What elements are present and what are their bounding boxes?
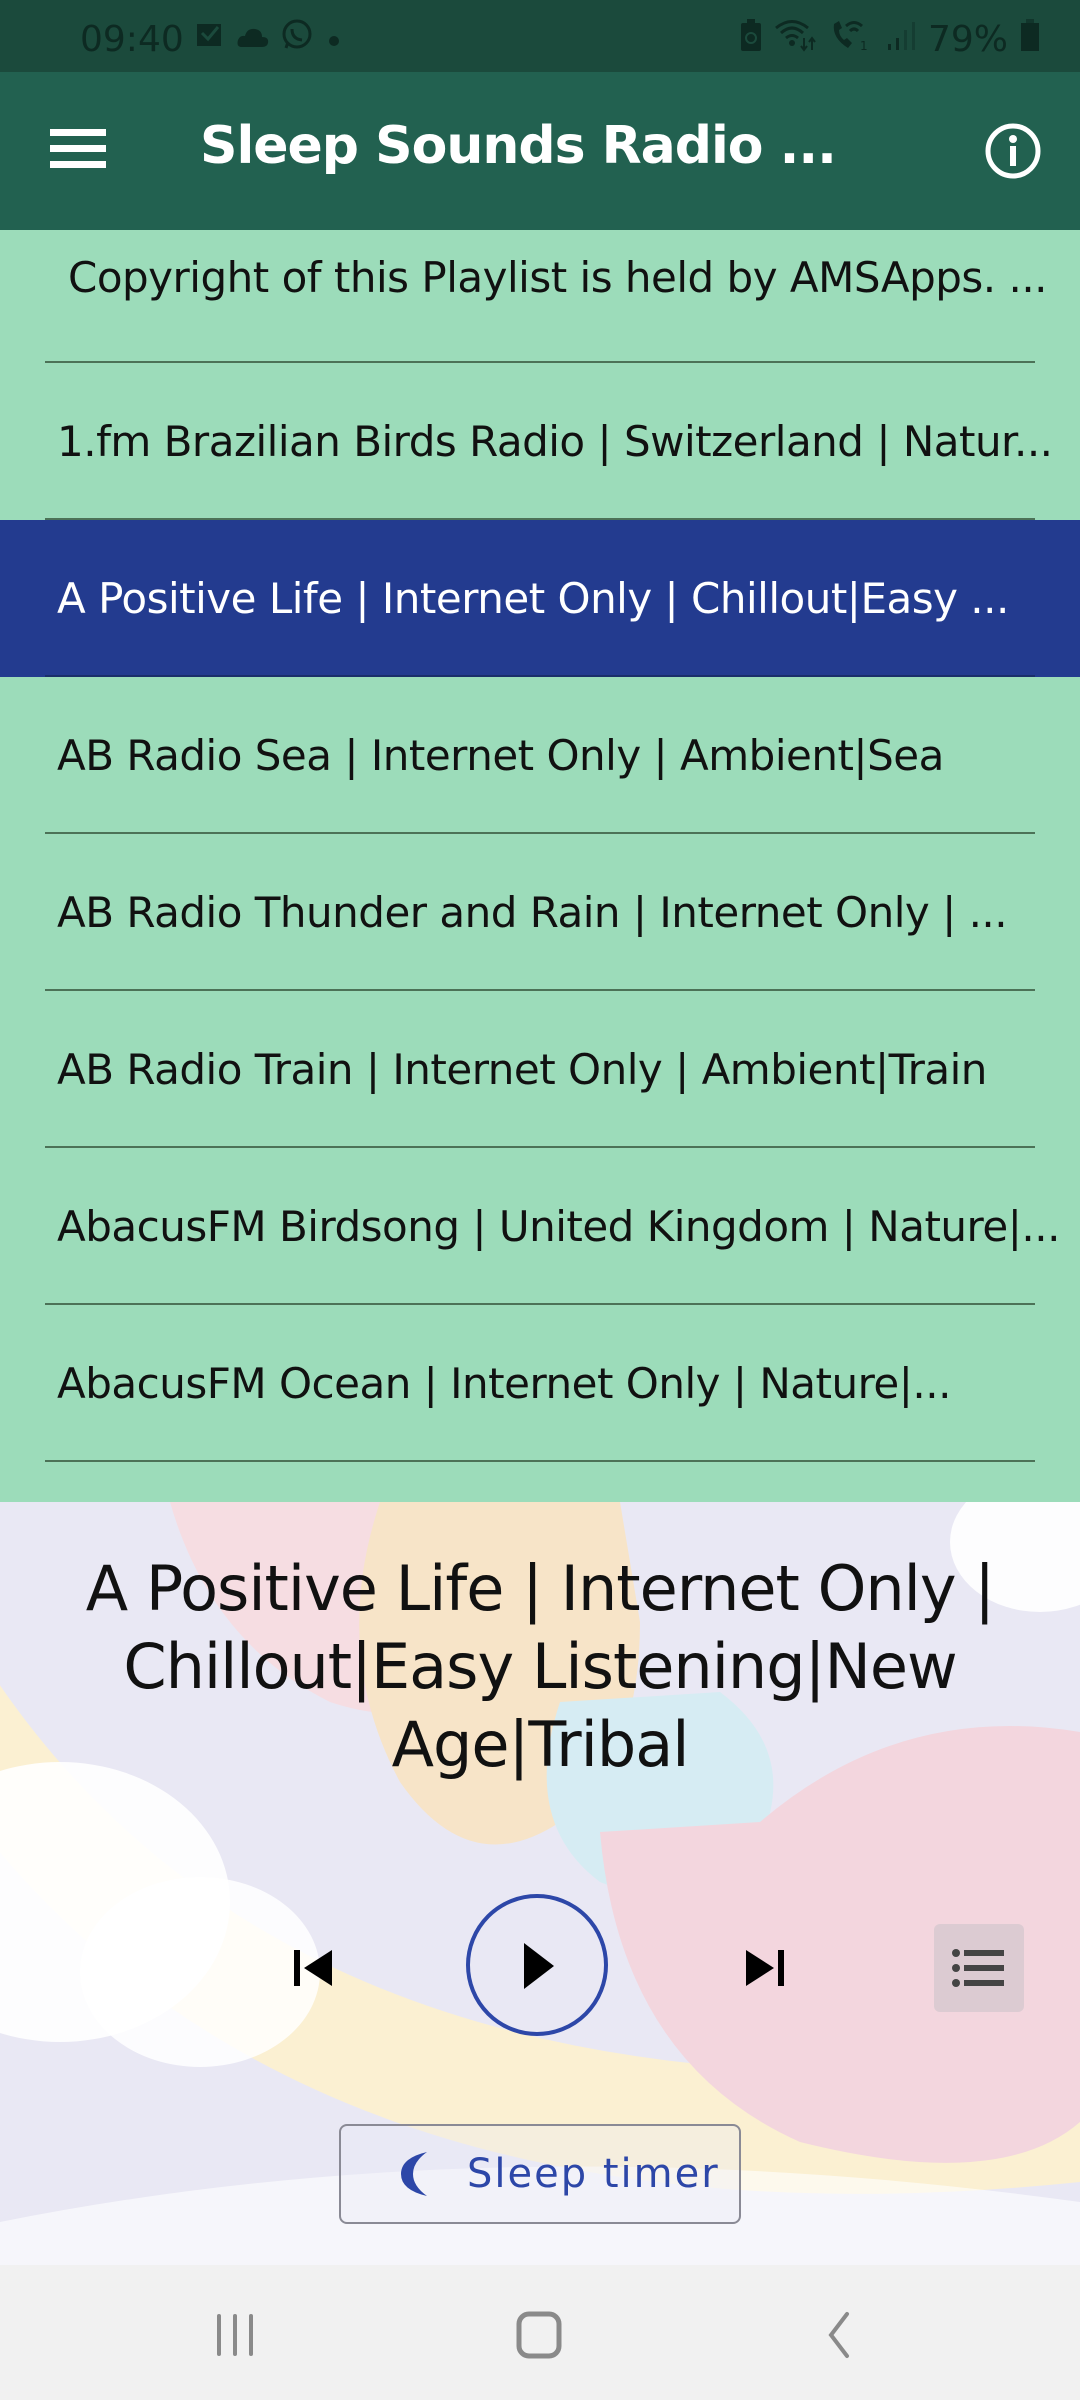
signal-icon	[886, 18, 916, 61]
battery-icon	[1020, 18, 1040, 61]
app-title: Sleep Sounds Radio ...	[200, 116, 837, 176]
play-button[interactable]	[466, 1894, 608, 2036]
whatsapp-icon	[280, 18, 314, 61]
list-item[interactable]: AB Radio Train | Internet Only | Ambient…	[0, 991, 1080, 1148]
moon-icon	[401, 2152, 427, 2196]
list-item-label: A Positive Life | Internet Only | Chillo…	[57, 574, 1009, 623]
sleep-timer-button[interactable]: Sleep timer	[339, 2124, 741, 2224]
battery-percent: 79%	[927, 19, 1008, 60]
list-item-selected[interactable]: A Positive Life | Internet Only | Chillo…	[0, 520, 1080, 677]
skip-previous-button[interactable]	[280, 1932, 350, 2002]
play-icon	[524, 1943, 554, 1989]
player-panel: A Positive Life | Internet Only | Chillo…	[0, 1502, 1080, 2265]
list-item[interactable]: AB Radio Thunder and Rain | Internet Onl…	[0, 834, 1080, 991]
list-item-label: AB Radio Thunder and Rain | Internet Onl…	[57, 888, 1008, 937]
status-bar: 09:40 1 79%	[0, 0, 1080, 72]
hamburger-menu-icon[interactable]	[50, 122, 106, 178]
recent-apps-button[interactable]	[190, 2305, 280, 2365]
home-icon	[516, 2311, 562, 2359]
home-button[interactable]	[494, 2305, 584, 2365]
status-time: 09:40	[80, 19, 184, 60]
email-icon	[194, 19, 226, 60]
app-bar: Sleep Sounds Radio ...	[0, 72, 1080, 230]
info-icon[interactable]	[984, 122, 1042, 180]
status-right: 1 79%	[740, 18, 1040, 61]
wifi-icon	[774, 18, 818, 61]
wifi-calling-icon: 1	[830, 18, 874, 61]
svg-text:1: 1	[860, 39, 868, 52]
back-button[interactable]	[794, 2305, 884, 2365]
skip-next-icon	[746, 1950, 784, 1986]
back-icon	[828, 2312, 849, 2358]
recent-apps-icon	[217, 2314, 253, 2356]
list-item[interactable]: AbacusFM Birdsong | United Kingdom | Nat…	[0, 1148, 1080, 1305]
list-item-label: 1.fm Brazilian Birds Radio | Switzerland…	[57, 417, 1053, 466]
list-item[interactable]: AB Radio Sea | Internet Only | Ambient|S…	[0, 677, 1080, 834]
playlist-button[interactable]	[934, 1924, 1024, 2012]
list-item-copyright[interactable]: Copyright of this Playlist is held by AM…	[0, 230, 1080, 363]
cloud-icon	[236, 19, 270, 60]
now-playing-title: A Positive Life | Internet Only | Chillo…	[85, 1552, 995, 1781]
station-list[interactable]: Copyright of this Playlist is held by AM…	[0, 230, 1080, 1502]
list-item[interactable]: AbacusFM Ocean | Internet Only | Nature|…	[0, 1305, 1080, 1462]
sleep-timer-label: Sleep timer	[467, 2151, 720, 2197]
dot-icon	[324, 19, 344, 60]
skip-previous-icon	[294, 1950, 332, 1986]
playlist-icon	[952, 1949, 1004, 1987]
list-item-label: Copyright of this Playlist is held by AM…	[68, 253, 1048, 302]
battery-saver-icon	[740, 18, 762, 61]
status-left: 09:40	[80, 18, 344, 61]
system-nav-bar	[0, 2265, 1080, 2400]
list-item[interactable]: 1.fm Brazilian Birds Radio | Switzerland…	[0, 363, 1080, 520]
list-item-label: AbacusFM Ocean | Internet Only | Nature|…	[57, 1359, 951, 1408]
list-item-label: AbacusFM Birdsong | United Kingdom | Nat…	[57, 1202, 1060, 1251]
skip-next-button[interactable]	[728, 1932, 798, 2002]
list-item-label: AB Radio Train | Internet Only | Ambient…	[57, 1045, 987, 1094]
list-item-label: AB Radio Sea | Internet Only | Ambient|S…	[57, 731, 944, 780]
